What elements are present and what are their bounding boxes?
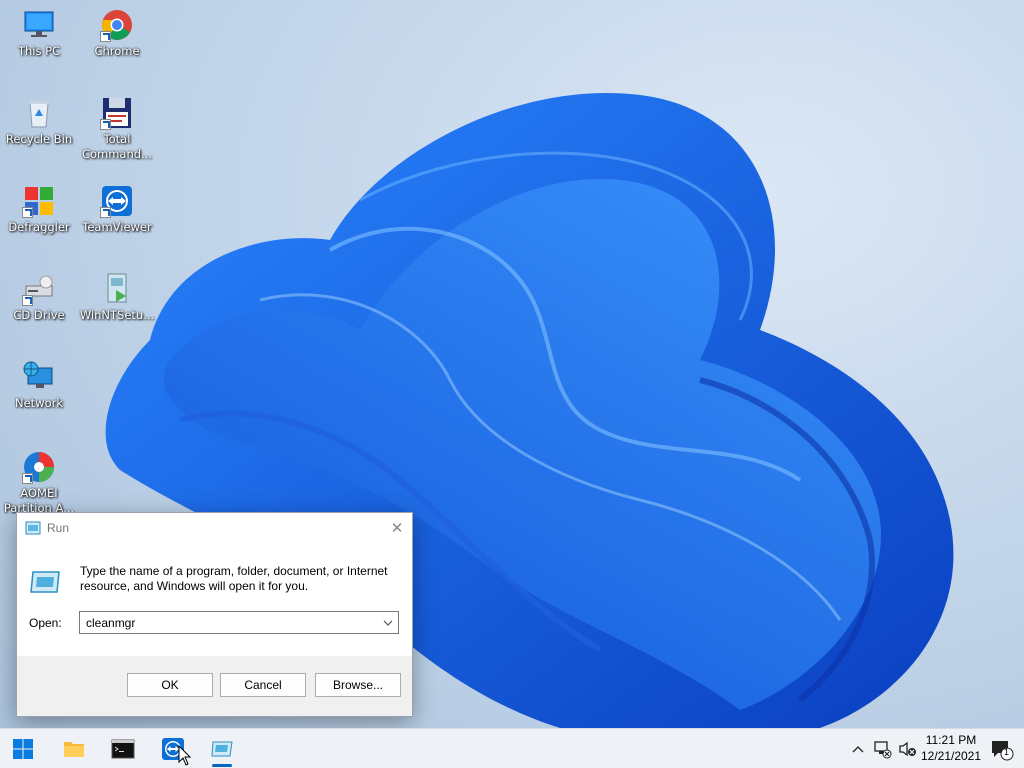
clock-time: 11:21 PM xyxy=(925,733,977,747)
open-label: Open: xyxy=(29,616,62,630)
notification-icon[interactable]: 1 xyxy=(990,739,1014,761)
desktop-icon-network[interactable]: Network xyxy=(0,360,78,411)
chevron-down-icon[interactable] xyxy=(378,612,398,633)
mouse-cursor-icon xyxy=(178,745,192,766)
recycle-bin-icon xyxy=(22,96,56,130)
start-button[interactable] xyxy=(3,729,43,768)
run-app-icon xyxy=(25,521,41,534)
run-titlebar[interactable]: Run ✕ xyxy=(17,513,412,542)
command-prompt-icon xyxy=(111,739,135,759)
desktop-icon-recycle-bin[interactable]: Recycle Bin xyxy=(0,96,78,147)
cd-drive-icon xyxy=(22,272,56,306)
setup-icon xyxy=(100,272,134,306)
defraggler-icon xyxy=(22,184,56,218)
run-description: Type the name of a program, folder, docu… xyxy=(80,564,388,593)
network-icon[interactable] xyxy=(872,739,892,759)
run-title: Run xyxy=(47,520,70,535)
volume-muted-icon[interactable] xyxy=(898,739,918,759)
desktop-icon-defraggler[interactable]: Defraggler xyxy=(0,184,78,235)
desktop-icon-label: Defraggler xyxy=(8,220,70,234)
chrome-icon xyxy=(100,8,134,42)
taskbar-command-prompt[interactable] xyxy=(103,729,143,768)
floppy-disk-icon xyxy=(100,96,134,130)
open-combobox[interactable] xyxy=(79,611,399,634)
desktop-icon-winntsetup[interactable]: WinNTSetu... xyxy=(78,272,156,323)
desktop-icon-label: Network xyxy=(14,396,64,410)
desktop-icon-label: Chrome xyxy=(94,44,140,58)
desktop-icon-label: Total Command... xyxy=(81,132,153,161)
aomei-icon xyxy=(22,450,56,484)
desktop-icon-label: TeamViewer xyxy=(82,220,152,234)
close-icon[interactable]: ✕ xyxy=(382,513,412,542)
desktop-icon-this-pc[interactable]: This PC xyxy=(0,8,78,59)
desktop-icon-label: Recycle Bin xyxy=(5,132,73,146)
run-app-icon xyxy=(211,741,233,757)
desktop-icon-label: WinNTSetu... xyxy=(79,308,155,322)
monitor-icon xyxy=(22,8,56,42)
taskbar-run[interactable] xyxy=(202,729,242,768)
desktop-icon-label: This PC xyxy=(17,44,61,58)
file-explorer-icon xyxy=(64,742,84,757)
desktop-icon-cd-drive[interactable]: CD Drive xyxy=(0,272,78,323)
ok-button[interactable]: OK xyxy=(127,673,213,697)
network-globe-icon xyxy=(22,360,56,394)
desktop-icon-label: CD Drive xyxy=(13,308,65,322)
browse-button[interactable]: Browse... xyxy=(315,673,401,697)
tray-chevron-up-icon[interactable] xyxy=(848,739,868,759)
run-body: Type the name of a program, folder, docu… xyxy=(17,542,412,656)
cancel-button[interactable]: Cancel xyxy=(220,673,306,697)
clock-date: 12/21/2021 xyxy=(920,749,982,763)
notification-count: 1 xyxy=(1004,747,1010,757)
start-icon xyxy=(13,739,33,759)
taskbar: 11:21 PM 12/21/2021 1 xyxy=(0,728,1024,768)
desktop-icon-aomei[interactable]: AOMEI Partition A... xyxy=(0,450,78,516)
run-app-icon xyxy=(30,571,60,593)
run-dialog: Run ✕ Type the name of a program, folder… xyxy=(16,512,413,717)
run-footer: OK Cancel Browse... xyxy=(17,656,412,716)
clock[interactable]: 11:21 PM 12/21/2021 xyxy=(920,732,982,764)
open-input[interactable] xyxy=(80,612,378,633)
teamviewer-icon xyxy=(100,184,134,218)
desktop-icon-total-commander[interactable]: Total Command... xyxy=(78,96,156,162)
taskbar-file-explorer[interactable] xyxy=(54,729,94,768)
desktop-icon-chrome[interactable]: Chrome xyxy=(78,8,156,59)
desktop-icon-teamviewer[interactable]: TeamViewer xyxy=(78,184,156,235)
